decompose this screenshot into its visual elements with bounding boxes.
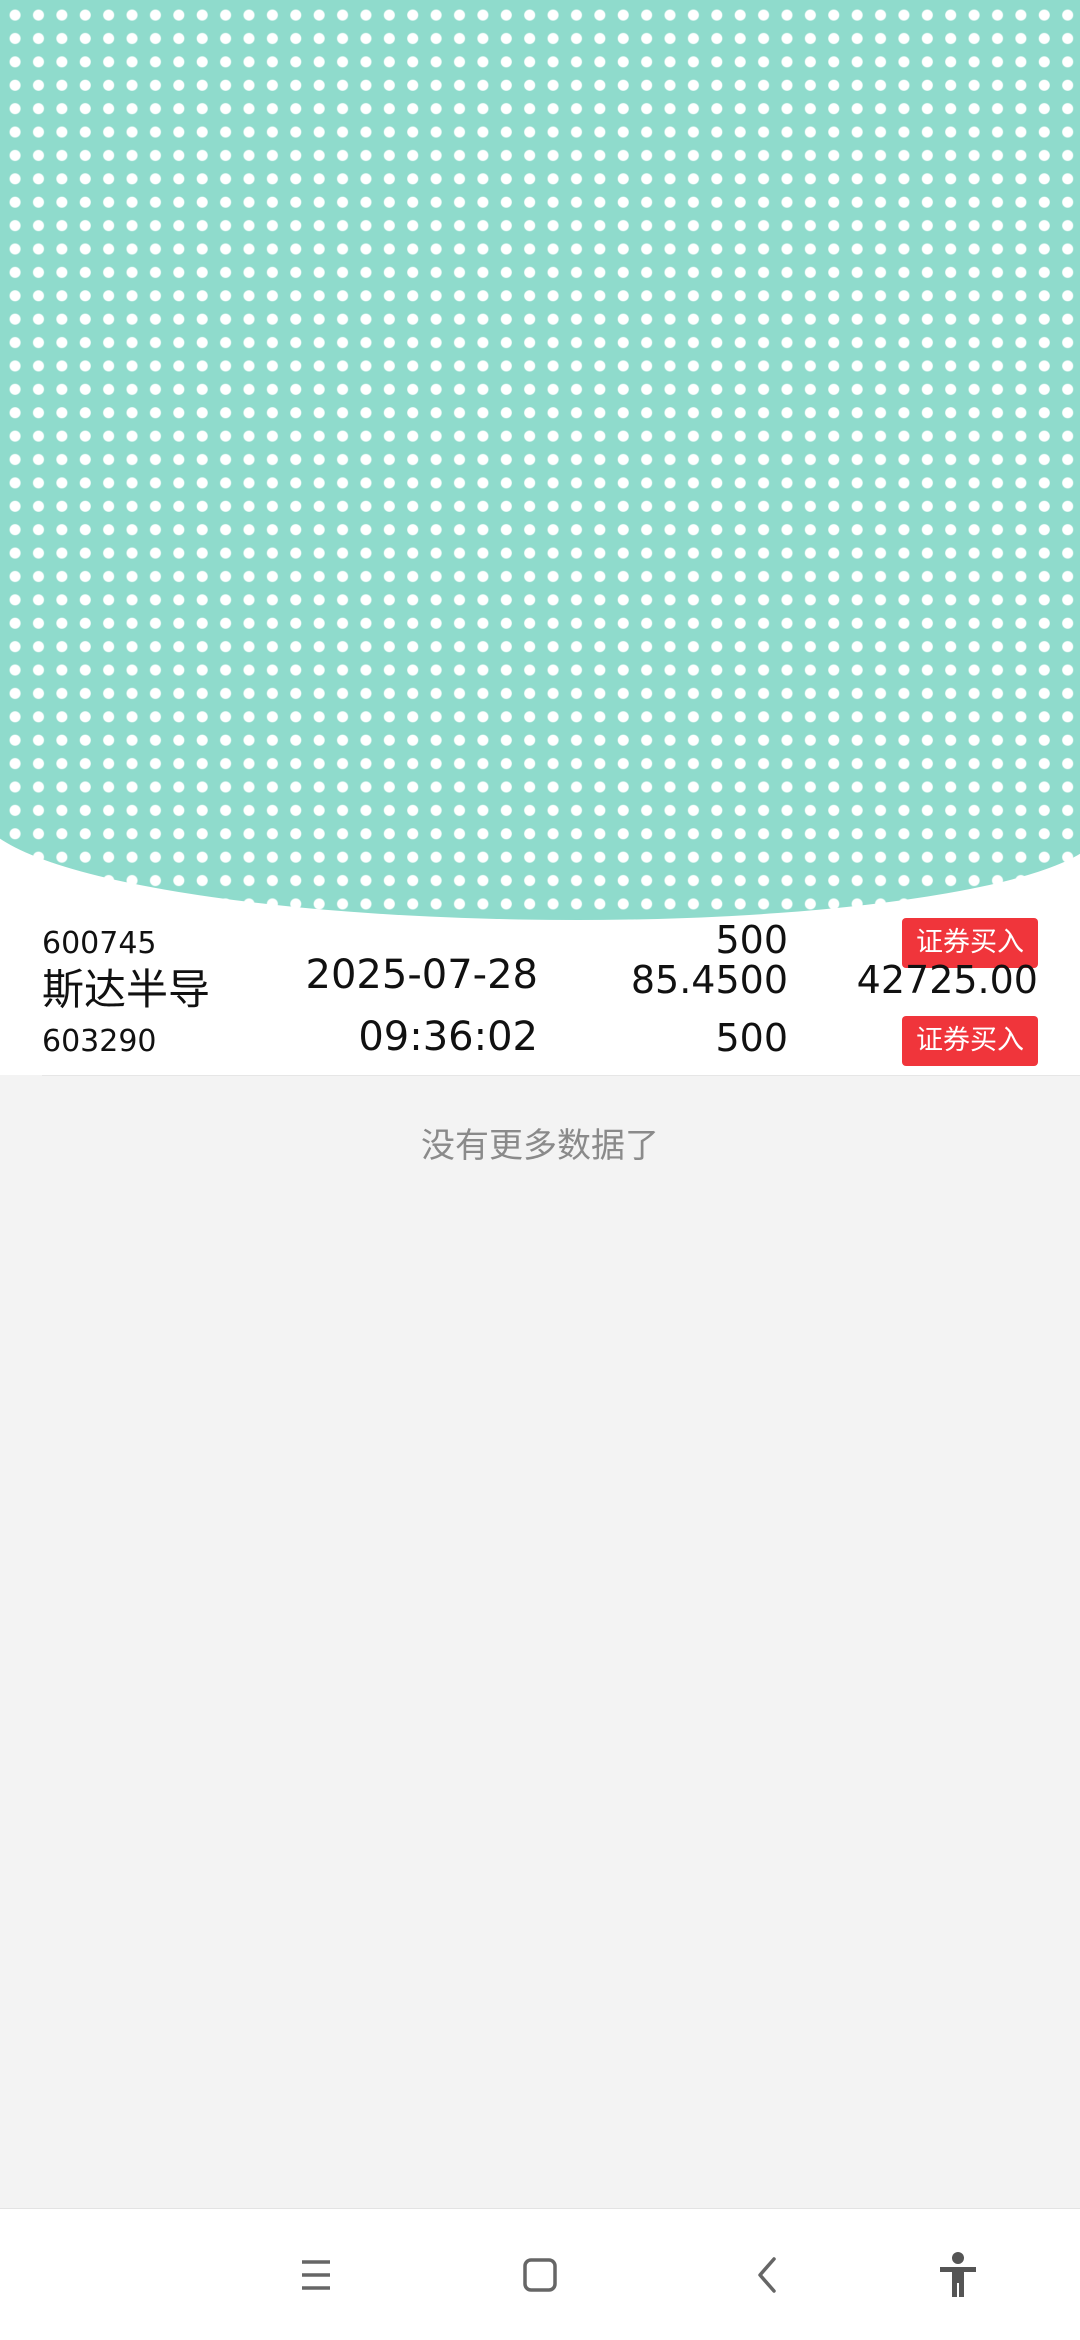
dotted-overlay	[0, 0, 1080, 920]
stock-code: 603290	[42, 1024, 157, 1059]
home-icon[interactable]	[504, 2239, 576, 2311]
stock-name: 斯达半导	[42, 965, 211, 1014]
trade-price: 85.4500	[630, 958, 788, 1002]
trade-date: 2025-07-28	[305, 952, 538, 998]
menu-icon[interactable]	[280, 2239, 352, 2311]
accessibility-icon[interactable]	[922, 2239, 994, 2311]
back-icon[interactable]	[732, 2239, 804, 2311]
screen: 600745 500 证券买入 斯达半导 603290 2025-07-28 0…	[0, 0, 1080, 2340]
quantity: 500	[715, 1016, 788, 1060]
system-navigation-bar	[0, 2208, 1080, 2340]
list-item[interactable]: 斯达半导 603290 2025-07-28 09:36:02 85.4500 …	[0, 940, 1080, 1100]
trade-time: 09:36:02	[358, 1014, 538, 1060]
divider	[42, 1075, 1080, 1076]
trade-type-badge: 证券买入	[902, 1016, 1038, 1066]
no-more-data-text: 没有更多数据了	[421, 1126, 659, 1166]
trade-amount: 42725.00	[856, 958, 1038, 1002]
